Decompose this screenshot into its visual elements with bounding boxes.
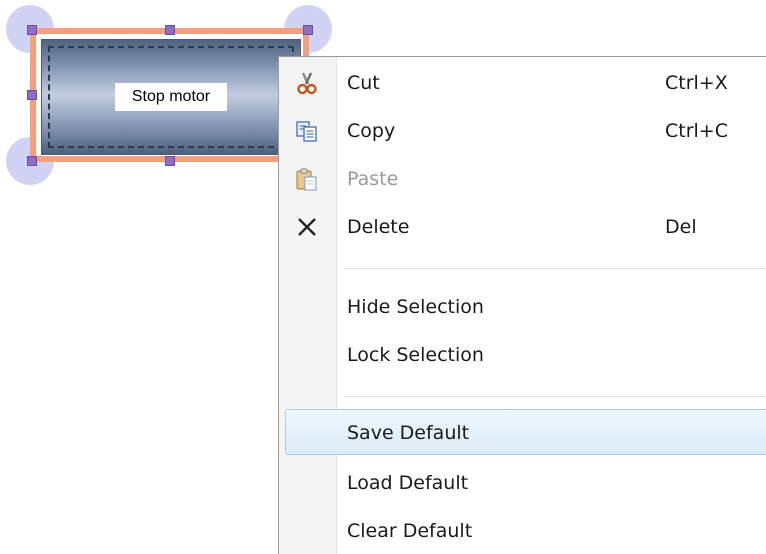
menu-item-label: Lock Selection <box>347 344 484 366</box>
menu-item-shortcut: Ctrl+X <box>665 72 728 94</box>
context-menu: Cut Ctrl+X Copy Ctrl+C Paste Delete Del … <box>278 56 766 554</box>
resize-handle-top-right[interactable] <box>303 25 313 35</box>
menu-item-delete[interactable]: Delete Del <box>285 204 766 250</box>
menu-item-label: Load Default <box>347 472 469 494</box>
resize-handle-top-middle[interactable] <box>165 25 175 35</box>
resize-handle-middle-left[interactable] <box>27 90 37 100</box>
copy-icon <box>294 118 320 144</box>
widget-label: Stop motor <box>115 83 227 111</box>
menu-item-label: Hide Selection <box>347 296 484 318</box>
resize-handle-top-left[interactable] <box>27 25 37 35</box>
paste-icon <box>294 166 320 192</box>
resize-handle-bottom-left[interactable] <box>27 156 37 166</box>
menu-separator <box>344 396 766 398</box>
menu-item-label: Delete <box>347 216 410 238</box>
menu-separator <box>344 268 766 270</box>
menu-item-label: Paste <box>347 168 399 190</box>
design-canvas[interactable]: Stop motor Cut Ctrl+X Copy Ctrl+C Paste … <box>0 0 766 554</box>
menu-item-lock-selection[interactable]: Lock Selection <box>285 332 766 378</box>
menu-item-shortcut: Ctrl+C <box>665 120 728 142</box>
resize-handle-bottom-middle[interactable] <box>165 156 175 166</box>
menu-item-cut[interactable]: Cut Ctrl+X <box>285 60 766 106</box>
delete-x-icon <box>294 214 320 240</box>
scissors-icon <box>294 70 320 96</box>
menu-item-label: Save Default <box>347 422 470 444</box>
menu-item-label: Clear Default <box>347 520 473 542</box>
menu-item-paste[interactable]: Paste <box>285 156 766 202</box>
menu-item-copy[interactable]: Copy Ctrl+C <box>285 108 766 154</box>
menu-item-load-default[interactable]: Load Default <box>285 460 766 506</box>
menu-item-save-default[interactable]: Save Default <box>285 409 766 455</box>
menu-item-hide-selection[interactable]: Hide Selection <box>285 284 766 330</box>
menu-item-label: Copy <box>347 120 396 142</box>
menu-item-label: Cut <box>347 72 380 94</box>
menu-item-clear-default[interactable]: Clear Default <box>285 508 766 554</box>
menu-item-shortcut: Del <box>665 216 697 238</box>
